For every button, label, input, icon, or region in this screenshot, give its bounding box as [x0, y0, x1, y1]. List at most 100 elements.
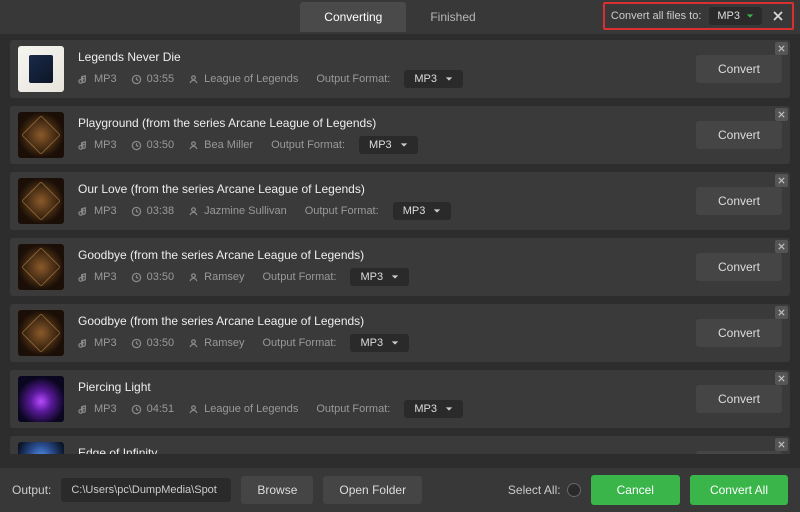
- track-subline: MP3 03:50 Bea Miller Output Format: MP3: [78, 136, 686, 154]
- clock-icon: [131, 272, 142, 283]
- convert-button-label: Convert: [718, 62, 760, 76]
- convert-button[interactable]: Convert: [696, 187, 782, 215]
- open-folder-label: Open Folder: [339, 483, 406, 497]
- chevron-down-icon: [445, 405, 453, 413]
- convert-button[interactable]: Convert: [696, 451, 782, 454]
- convert-all-format-select[interactable]: MP3: [709, 7, 762, 25]
- artist-chip: League of Legends: [188, 73, 298, 85]
- output-label: Output:: [12, 483, 51, 497]
- tab-converting[interactable]: Converting: [300, 2, 406, 32]
- browse-button[interactable]: Browse: [241, 476, 313, 504]
- output-format-value: MP3: [403, 205, 426, 217]
- artist-value: Ramsey: [204, 337, 244, 349]
- track-title: Piercing Light: [78, 380, 686, 394]
- format-chip: MP3: [78, 139, 117, 151]
- format-chip: MP3: [78, 271, 117, 283]
- convert-all-label: Convert All: [710, 483, 768, 497]
- output-path[interactable]: C:\Users\pc\DumpMedia\Spot: [61, 478, 231, 502]
- convert-button[interactable]: Convert: [696, 253, 782, 281]
- track-subline: MP3 04:51 League of Legends Output Forma…: [78, 400, 686, 418]
- artist-value: Bea Miller: [204, 139, 253, 151]
- remove-row-button[interactable]: [775, 372, 788, 385]
- convert-button[interactable]: Convert: [696, 319, 782, 347]
- track-row: Legends Never Die MP3 03:55 League of Le…: [10, 40, 790, 98]
- convert-all-button[interactable]: Convert All: [690, 475, 788, 505]
- track-meta: Legends Never Die MP3 03:55 League of Le…: [78, 50, 686, 88]
- duration-chip: 03:50: [131, 139, 175, 151]
- person-icon: [188, 206, 199, 217]
- tab-finished[interactable]: Finished: [406, 2, 499, 32]
- remove-row-button[interactable]: [775, 306, 788, 319]
- remove-row-button[interactable]: [775, 174, 788, 187]
- convert-button[interactable]: Convert: [696, 121, 782, 149]
- duration-value: 03:50: [147, 337, 175, 349]
- output-format-label: Output Format:: [263, 337, 337, 349]
- artist-chip: Ramsey: [188, 271, 244, 283]
- chevron-down-icon: [391, 339, 399, 347]
- track-meta: Edge of Infinity MP3 04:01 League of Leg…: [78, 446, 686, 454]
- duration-value: 03:38: [147, 205, 175, 217]
- output-format-select[interactable]: MP3: [393, 202, 452, 220]
- output-format-select[interactable]: MP3: [350, 334, 409, 352]
- person-icon: [188, 338, 199, 349]
- select-all-checkbox[interactable]: [567, 483, 581, 497]
- remove-row-button[interactable]: [775, 438, 788, 451]
- output-format-label: Output Format:: [263, 271, 337, 283]
- track-title: Edge of Infinity: [78, 446, 686, 454]
- track-title: Goodbye (from the series Arcane League o…: [78, 248, 686, 262]
- artist-value: Ramsey: [204, 271, 244, 283]
- convert-button-label: Convert: [718, 326, 760, 340]
- chevron-down-icon: [433, 207, 441, 215]
- artist-chip: League of Legends: [188, 403, 298, 415]
- chevron-down-icon: [746, 12, 754, 20]
- music-note-icon: [78, 338, 89, 349]
- duration-chip: 03:50: [131, 337, 175, 349]
- x-icon: [777, 440, 786, 449]
- format-chip: MP3: [78, 73, 117, 85]
- output-format-label: Output Format:: [305, 205, 379, 217]
- track-meta: Piercing Light MP3 04:51 League of Legen…: [78, 380, 686, 418]
- track-title: Our Love (from the series Arcane League …: [78, 182, 686, 196]
- convert-all-files-panel: Convert all files to: MP3: [603, 2, 794, 30]
- open-folder-button[interactable]: Open Folder: [323, 476, 422, 504]
- track-row: Goodbye (from the series Arcane League o…: [10, 238, 790, 296]
- remove-row-button[interactable]: [775, 108, 788, 121]
- tabs: Converting Finished: [300, 2, 499, 32]
- convert-all-label: Convert all files to:: [611, 10, 701, 22]
- output-format-value: MP3: [360, 271, 383, 283]
- format-chip: MP3: [78, 337, 117, 349]
- person-icon: [188, 140, 199, 151]
- track-subline: MP3 03:50 Ramsey Output Format: MP3: [78, 268, 686, 286]
- close-icon[interactable]: [770, 8, 786, 24]
- format-value: MP3: [94, 403, 117, 415]
- remove-row-button[interactable]: [775, 42, 788, 55]
- track-subline: MP3 03:38 Jazmine Sullivan Output Format…: [78, 202, 686, 220]
- output-format-select[interactable]: MP3: [359, 136, 418, 154]
- artist-chip: Ramsey: [188, 337, 244, 349]
- artist-value: Jazmine Sullivan: [204, 205, 287, 217]
- chevron-down-icon: [445, 75, 453, 83]
- header-bar: Converting Finished Convert all files to…: [0, 0, 800, 34]
- x-icon: [777, 242, 786, 251]
- x-icon: [777, 44, 786, 53]
- tab-label: Converting: [324, 10, 382, 24]
- output-format-select[interactable]: MP3: [404, 400, 463, 418]
- format-value: MP3: [94, 139, 117, 151]
- output-format-label: Output Format:: [271, 139, 345, 151]
- convert-button[interactable]: Convert: [696, 55, 782, 83]
- track-list[interactable]: Legends Never Die MP3 03:55 League of Le…: [0, 34, 800, 454]
- artist-value: League of Legends: [204, 403, 298, 415]
- duration-value: 03:50: [147, 271, 175, 283]
- album-art: [18, 244, 64, 290]
- tab-label: Finished: [430, 10, 475, 24]
- track-row: Playground (from the series Arcane Leagu…: [10, 106, 790, 164]
- output-format-select[interactable]: MP3: [404, 70, 463, 88]
- output-format-select[interactable]: MP3: [350, 268, 409, 286]
- convert-button[interactable]: Convert: [696, 385, 782, 413]
- remove-row-button[interactable]: [775, 240, 788, 253]
- duration-value: 03:55: [147, 73, 175, 85]
- duration-chip: 03:50: [131, 271, 175, 283]
- output-format-label: Output Format:: [316, 403, 390, 415]
- music-note-icon: [78, 272, 89, 283]
- cancel-button[interactable]: Cancel: [591, 475, 680, 505]
